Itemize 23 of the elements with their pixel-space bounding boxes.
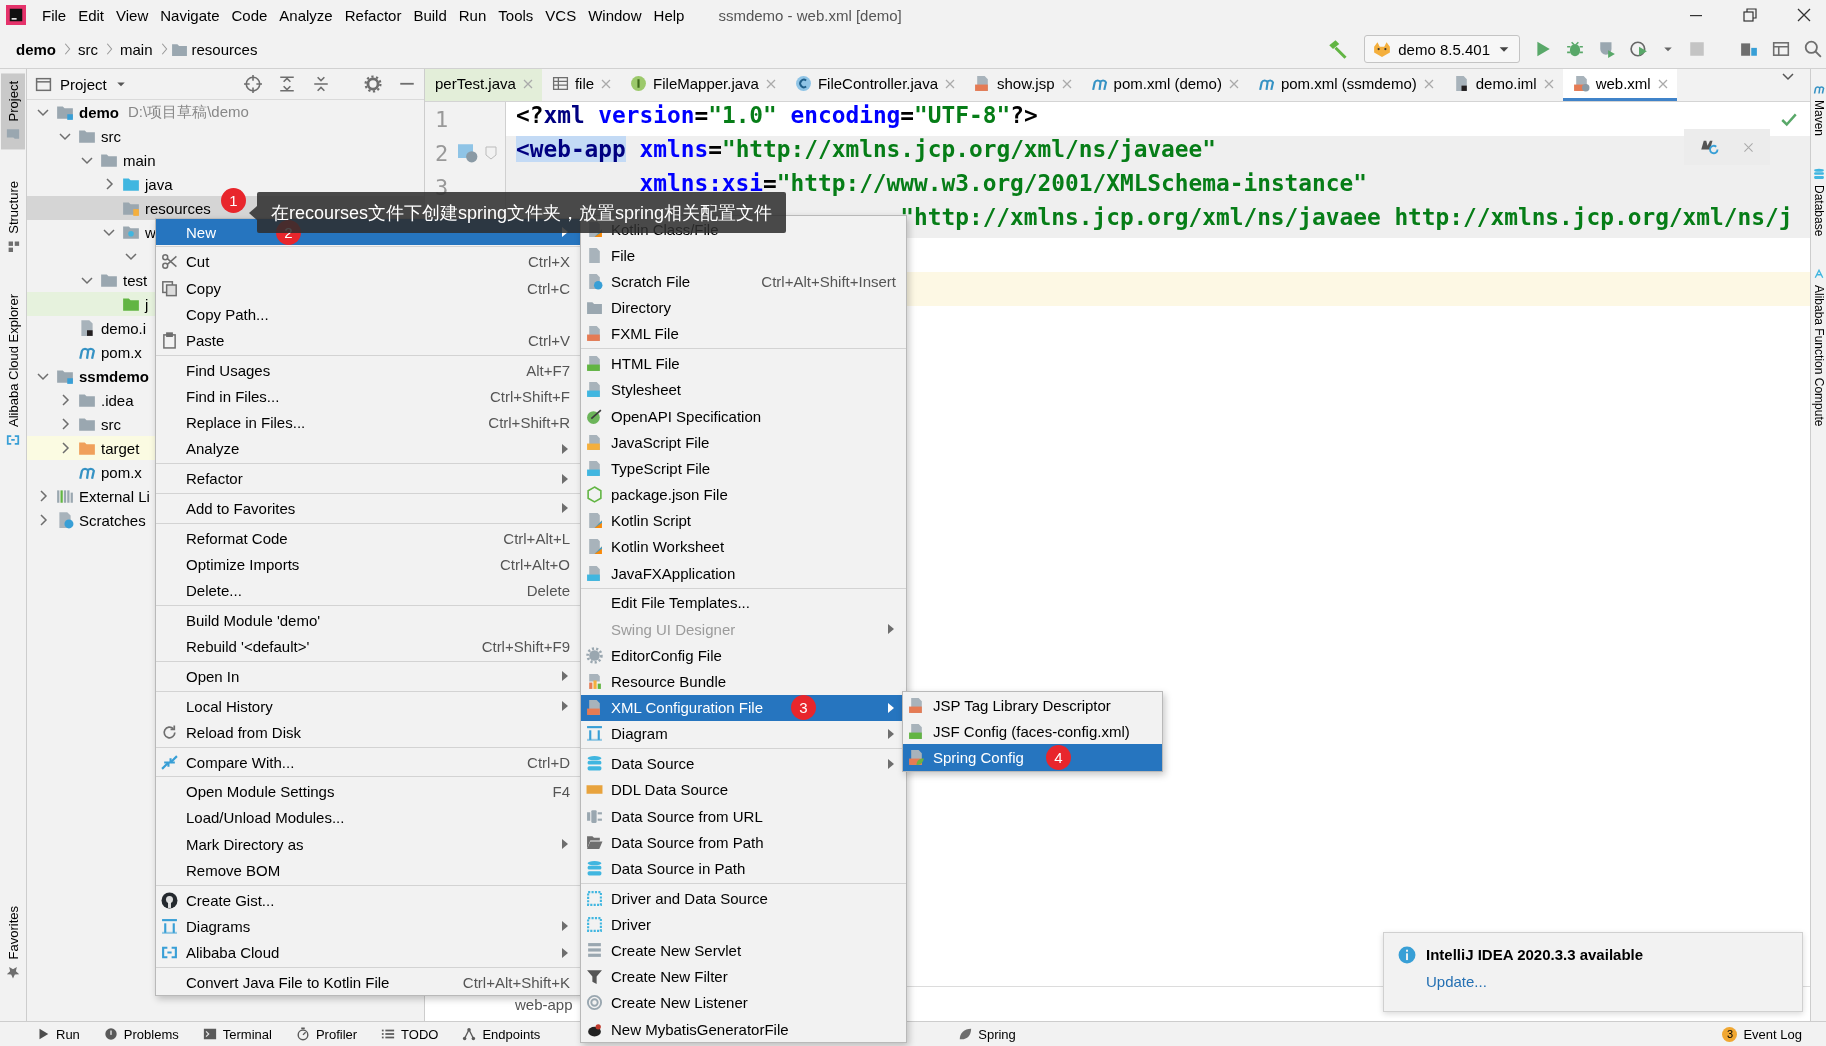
count-badge: 3	[1722, 1026, 1738, 1042]
window-title: ssmdemo - web.xml [demo]	[718, 6, 902, 24]
path-label: D:\项目草稿\demo	[128, 102, 249, 122]
keyboard-shortcut: Ctrl+C	[526, 279, 570, 297]
keyboard-shortcut: Ctrl+Alt+L	[502, 529, 570, 547]
keyboard-shortcut: Ctrl+Alt+Shift+Insert	[760, 272, 896, 290]
keyboard-shortcut: Alt+F7	[525, 361, 570, 379]
keyboard-shortcut: Ctrl+V	[526, 331, 570, 349]
step-badge: 4	[1045, 744, 1071, 770]
line-number: 1	[435, 106, 450, 132]
keyboard-shortcut: Ctrl+Shift+F9	[480, 637, 570, 655]
keyboard-shortcut: Delete	[525, 582, 570, 599]
notification-title: IntelliJ IDEA 2020.3.3 available	[1426, 946, 1644, 963]
keyboard-shortcut: Ctrl+Shift+R	[487, 414, 570, 432]
keyboard-shortcut: Ctrl+Shift+F	[488, 387, 570, 405]
step-badge: 3	[791, 695, 816, 721]
keyboard-shortcut: Ctrl+D	[526, 753, 570, 771]
keyboard-shortcut: Ctrl+Alt+Shift+K	[461, 973, 570, 991]
step-badge: 1	[221, 188, 246, 213]
keyboard-shortcut: F4	[551, 783, 570, 801]
line-number: 2	[435, 140, 450, 166]
keyboard-shortcut: Ctrl+X	[526, 253, 570, 271]
keyboard-shortcut: Ctrl+Alt+O	[498, 555, 570, 573]
